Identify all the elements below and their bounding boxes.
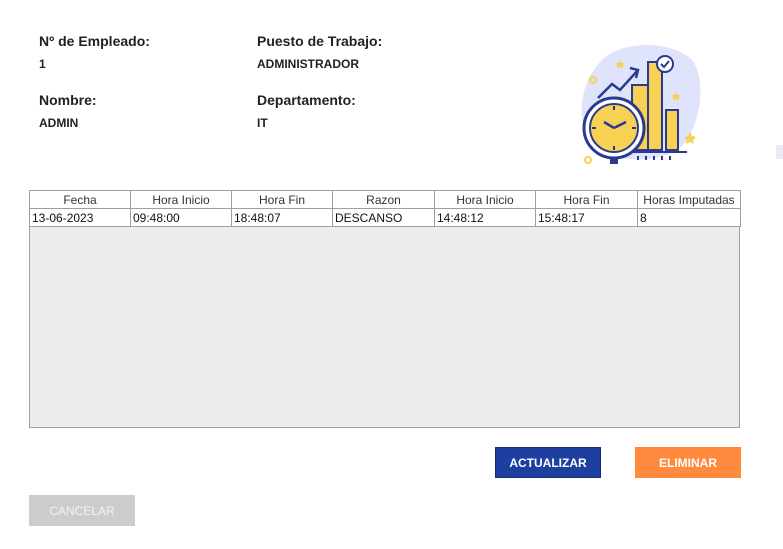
column-header-fecha[interactable]: Fecha <box>29 190 131 209</box>
column-header-hora-inicio-2[interactable]: Hora Inicio <box>434 190 536 209</box>
name-value: ADMIN <box>39 116 79 130</box>
delete-button[interactable]: ELIMINAR <box>635 447 741 478</box>
column-header-horas-imputadas[interactable]: Horas Imputadas <box>637 190 741 209</box>
cell-hora-inicio[interactable]: 09:48:00 <box>130 208 232 227</box>
department-value: IT <box>257 116 268 130</box>
position-label: Puesto de Trabajo: <box>257 33 383 49</box>
records-table: Fecha Hora Inicio Hora Fin Razon Hora In… <box>29 190 741 227</box>
cancel-button[interactable]: CANCELAR <box>29 495 135 526</box>
table-header-row: Fecha Hora Inicio Hora Fin Razon Hora In… <box>29 190 741 209</box>
name-label: Nombre: <box>39 92 97 108</box>
table-row[interactable]: 13-06-2023 09:48:00 18:48:07 DESCANSO 14… <box>29 208 741 227</box>
column-header-hora-inicio[interactable]: Hora Inicio <box>130 190 232 209</box>
cell-hora-fin[interactable]: 18:48:07 <box>231 208 333 227</box>
cell-hora-inicio-2[interactable]: 14:48:12 <box>434 208 536 227</box>
position-value: ADMINISTRADOR <box>257 57 359 71</box>
side-panel-tab[interactable] <box>776 145 783 159</box>
department-label: Departamento: <box>257 92 356 108</box>
time-chart-illustration-icon <box>572 40 702 170</box>
update-button[interactable]: ACTUALIZAR <box>495 447 601 478</box>
cell-fecha[interactable]: 13-06-2023 <box>29 208 131 227</box>
column-header-hora-fin-2[interactable]: Hora Fin <box>535 190 638 209</box>
column-header-hora-fin[interactable]: Hora Fin <box>231 190 333 209</box>
records-grid[interactable]: Fecha Hora Inicio Hora Fin Razon Hora In… <box>29 190 741 428</box>
column-header-razon[interactable]: Razon <box>332 190 435 209</box>
cell-hora-fin-2[interactable]: 15:48:17 <box>535 208 638 227</box>
employee-number-value: 1 <box>39 57 46 71</box>
cell-horas-imputadas[interactable]: 8 <box>637 208 741 227</box>
employee-number-label: Nº de Empleado: <box>39 33 150 49</box>
cell-razon[interactable]: DESCANSO <box>332 208 435 227</box>
